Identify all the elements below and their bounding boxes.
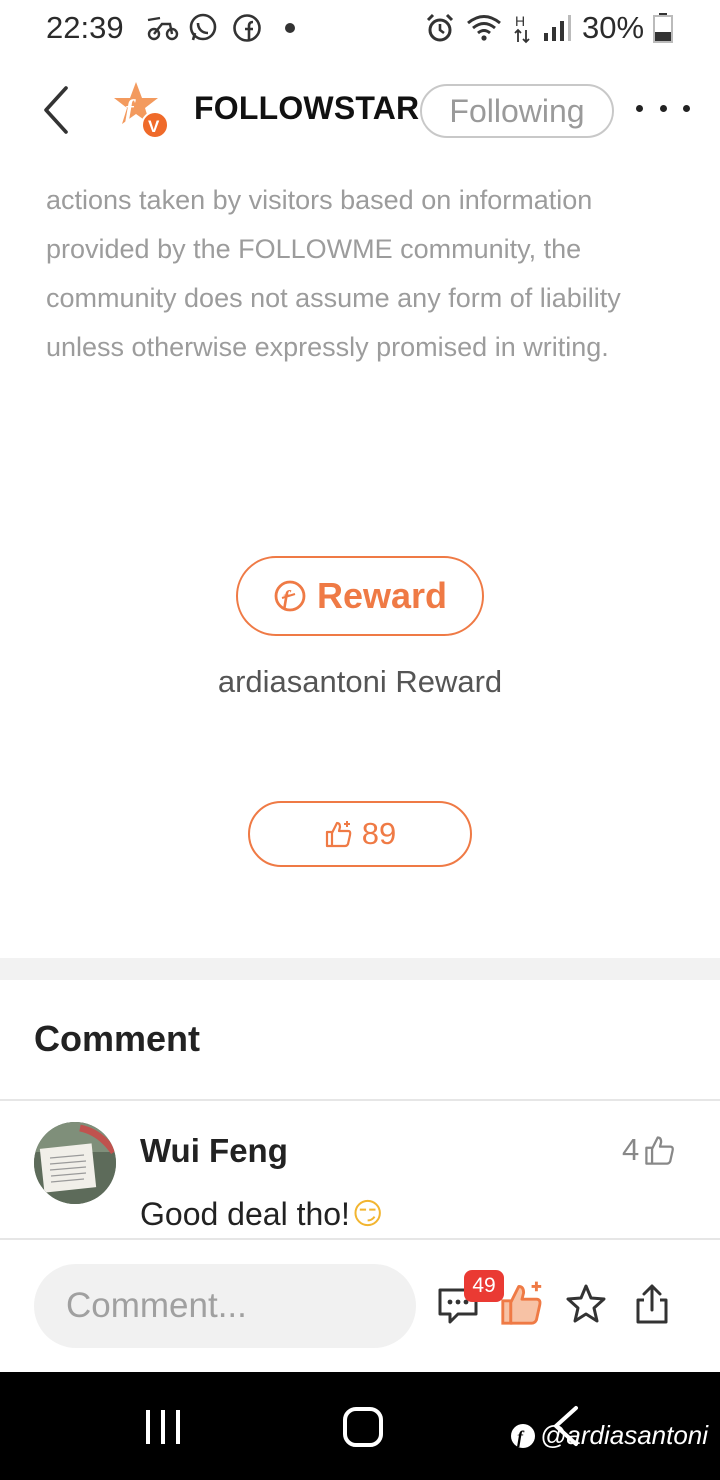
commenter-avatar[interactable] — [34, 1122, 116, 1204]
back-button[interactable] — [36, 82, 80, 138]
commenter-name[interactable]: Wui Feng — [140, 1132, 288, 1170]
home-button[interactable] — [343, 1407, 383, 1447]
star-icon — [566, 1284, 606, 1323]
followme-logo-icon: f — [511, 1423, 535, 1448]
comment-text: Good deal tho! 😏 — [140, 1196, 383, 1233]
chevron-left-icon — [44, 86, 68, 134]
author-avatar[interactable]: f V — [112, 80, 172, 140]
reward-button[interactable]: f Reward — [236, 556, 484, 636]
thumbs-up-icon — [325, 821, 352, 848]
disclaimer-text: actions taken by visitors based on infor… — [46, 185, 621, 362]
recents-icon — [146, 1410, 150, 1444]
comments-heading: Comment — [34, 1018, 201, 1059]
more-dots-icon — [636, 104, 643, 112]
hplus-icon: H — [512, 12, 532, 44]
svg-text:V: V — [148, 117, 160, 136]
battery-icon — [652, 12, 674, 44]
alarm-icon — [424, 12, 456, 44]
following-button[interactable]: Following — [420, 84, 614, 138]
facebook-icon — [232, 12, 262, 44]
whatsapp-icon — [188, 12, 218, 44]
comment-body: Good deal tho! — [140, 1196, 350, 1232]
reward-label: Reward — [316, 575, 448, 616]
smirk-emoji-icon: 😏 — [351, 1197, 384, 1232]
like-button[interactable]: 89 — [248, 801, 472, 867]
comment-like-count: 4 — [622, 1132, 640, 1167]
signal-icon — [542, 12, 572, 44]
dot-icon — [284, 12, 296, 44]
bottom-action-bar: 49 — [0, 1238, 720, 1372]
status-bar: 22:39 H 30% — [0, 0, 720, 58]
moped-icon — [146, 12, 180, 44]
like-count: 89 — [361, 816, 397, 851]
followstar-logo-icon: f V — [114, 82, 169, 139]
like-article-button[interactable] — [498, 1280, 546, 1328]
comment-like-button[interactable]: 4 — [622, 1132, 677, 1168]
article-header: f V FOLLOWSTAR Following — [0, 62, 720, 158]
divider — [0, 1099, 720, 1101]
battery-percent: 30% — [582, 10, 645, 45]
watermark: f @ardiasantoni — [510, 1420, 708, 1451]
comment-item: Wui Feng 4 Good deal tho! 😏 — [0, 1110, 720, 1238]
share-icon — [636, 1284, 668, 1324]
author-name[interactable]: FOLLOWSTAR — [194, 90, 419, 127]
watermark-text: @ardiasantoni — [540, 1420, 709, 1450]
more-options-button[interactable] — [636, 88, 690, 128]
wifi-icon — [466, 12, 502, 44]
reward-caption: ardiasantoni Reward — [217, 664, 503, 699]
section-divider — [0, 958, 720, 980]
favorite-button[interactable] — [562, 1280, 610, 1328]
share-button[interactable] — [628, 1280, 676, 1328]
coin-icon: f — [274, 580, 306, 612]
thumbs-up-icon — [645, 1136, 675, 1165]
comment-input[interactable] — [34, 1264, 416, 1348]
system-nav-bar: f @ardiasantoni — [0, 1372, 720, 1480]
status-time: 22:39 — [46, 10, 124, 45]
book-photo-icon — [34, 1122, 116, 1204]
svg-text:H: H — [515, 13, 525, 29]
recents-button[interactable] — [146, 1410, 180, 1444]
thumbs-up-icon — [501, 1281, 542, 1325]
